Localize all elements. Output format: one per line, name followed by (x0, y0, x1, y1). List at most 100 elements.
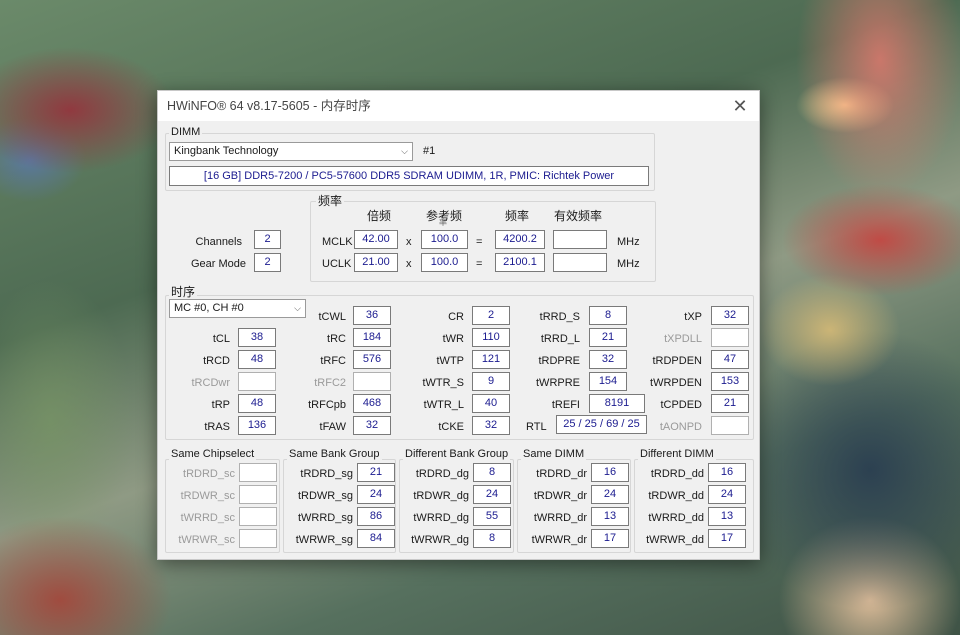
timing-label: tRDWR_dg (413, 490, 469, 502)
timing-label: tWRWR_sg (295, 534, 353, 546)
timing-label: tREFI (551, 399, 580, 411)
timing-label: tCL (212, 333, 230, 345)
timing-label: tXPDLL (664, 333, 702, 345)
timing-label: tRFC2 (314, 377, 346, 389)
uclk-label: UCLK (322, 258, 352, 270)
timing-label: tRDWR_sc (180, 490, 235, 502)
uclk-multiplier: 21.00 (354, 253, 398, 272)
timing-label: tRDRD_dg (415, 468, 469, 480)
dimm-group-title: DIMM (169, 126, 203, 138)
rtl-value: 25 / 25 / 69 / 25 (556, 415, 647, 434)
timing-label: tRDRD_dd (650, 468, 704, 480)
timing-label: tWTP (436, 355, 465, 367)
dimm-index: #1 (423, 145, 436, 157)
uclk-frequency: 2100.1 (495, 253, 545, 272)
timing-label: tRDWR_sg (297, 490, 353, 502)
timing-value: 48 (238, 350, 276, 369)
timing-label: tRC (327, 333, 346, 345)
freq-header-multiplier: 倍频 (367, 209, 392, 223)
timing-group-title: 时序 (169, 283, 198, 300)
timing-label: tWRWR_dg (411, 534, 469, 546)
dimm-select-value: Kingbank Technology (174, 145, 279, 157)
timing-value: 136 (238, 416, 276, 435)
timing-value: 48 (238, 394, 276, 413)
channels-label: Channels (195, 236, 242, 248)
timing-label: tFAW (319, 421, 346, 433)
mclk-frequency: 4200.2 (495, 230, 545, 249)
uclk-equals: = (476, 258, 483, 270)
dimm-select[interactable]: Kingbank Technology ⌵ (169, 142, 413, 161)
timing-subgroup-title: Different Bank Group (403, 448, 511, 460)
timing-label: tWRRD_dd (648, 512, 704, 524)
timing-label: tCPDED (660, 399, 702, 411)
timing-label: tRCDwr (191, 377, 231, 389)
mclk-times: x (406, 236, 412, 248)
timing-label: tWRWR_dd (646, 534, 704, 546)
timing-label: tCWL (318, 311, 347, 323)
mclk-ref: 100.0 (421, 230, 468, 249)
mclk-multiplier: 42.00 (354, 230, 398, 249)
timing-value: 8 (589, 306, 627, 325)
timing-value: 9 (472, 372, 510, 391)
uclk-times: x (406, 258, 412, 270)
uclk-ref: 100.0 (421, 253, 468, 272)
timing-value: 24 (357, 485, 395, 504)
timing-value: 13 (591, 507, 629, 526)
timing-value: 153 (711, 372, 749, 391)
mclk-effective (553, 230, 607, 249)
timing-label: tWRPDEN (650, 377, 702, 389)
timing-value: 21 (357, 463, 395, 482)
timing-value: 16 (708, 463, 746, 482)
freq-header-ref-suffix: 率 (439, 218, 447, 227)
timing-label: tRDPDEN (652, 355, 702, 367)
timing-label: tWRRD_dg (413, 512, 469, 524)
timing-value: 21 (589, 328, 627, 347)
timing-value: 24 (591, 485, 629, 504)
timing-label: tRRD_L (540, 333, 580, 345)
timing-value: 84 (357, 529, 395, 548)
timing-value: 8 (473, 463, 511, 482)
timing-value: 32 (353, 416, 391, 435)
timing-value (711, 328, 749, 347)
timing-label: tRDWR_dr (533, 490, 587, 502)
timing-label: tWRPRE (536, 377, 580, 389)
timing-value (353, 372, 391, 391)
timing-label: tRRD_S (539, 311, 580, 323)
timing-label: tWR (442, 333, 464, 345)
timing-value: 32 (589, 350, 627, 369)
timing-label: tRCD (203, 355, 230, 367)
timing-value (239, 529, 277, 548)
hwinfo-memory-timings-window: HWiNFO® 64 v8.17-5605 - 内存时序 ✕ DIMM King… (157, 90, 760, 560)
timing-value: 17 (708, 529, 746, 548)
timing-value: 47 (711, 350, 749, 369)
mclk-unit: MHz (617, 236, 640, 248)
dimm-description: [16 GB] DDR5-7200 / PC5-57600 DDR5 SDRAM… (169, 166, 649, 186)
timing-label: tRAS (204, 421, 230, 433)
timing-label: tWRRD_sg (297, 512, 353, 524)
timing-value: 2 (472, 306, 510, 325)
timing-value (239, 485, 277, 504)
timing-label: tWRRD_sc (180, 512, 235, 524)
timing-value: 16 (591, 463, 629, 482)
timing-label: tRFC (320, 355, 346, 367)
gear-mode-value: 2 (254, 253, 281, 272)
timing-subgroup-title: Same Chipselect (169, 448, 257, 460)
timing-label: tRP (211, 399, 230, 411)
timing-label: tWTR_S (422, 377, 464, 389)
close-icon[interactable]: ✕ (729, 95, 751, 117)
gear-mode-label: Gear Mode (190, 258, 246, 270)
timing-subgroup-title: Same DIMM (521, 448, 587, 460)
uclk-unit: MHz (617, 258, 640, 270)
timing-label: tRDWR_dd (648, 490, 704, 502)
timing-value: 86 (357, 507, 395, 526)
chevron-down-icon: ⌵ (401, 146, 408, 156)
timing-value: 21 (711, 394, 749, 413)
freq-header-freq: 频率 (505, 209, 530, 223)
timing-label: tRDPRE (538, 355, 580, 367)
rtl-label: RTL (526, 421, 547, 433)
timing-value: 38 (238, 328, 276, 347)
timing-subgroup-title: Different DIMM (638, 448, 716, 460)
timing-value (711, 416, 749, 435)
timing-label: tWRRD_dr (533, 512, 587, 524)
mclk-equals: = (476, 236, 483, 248)
